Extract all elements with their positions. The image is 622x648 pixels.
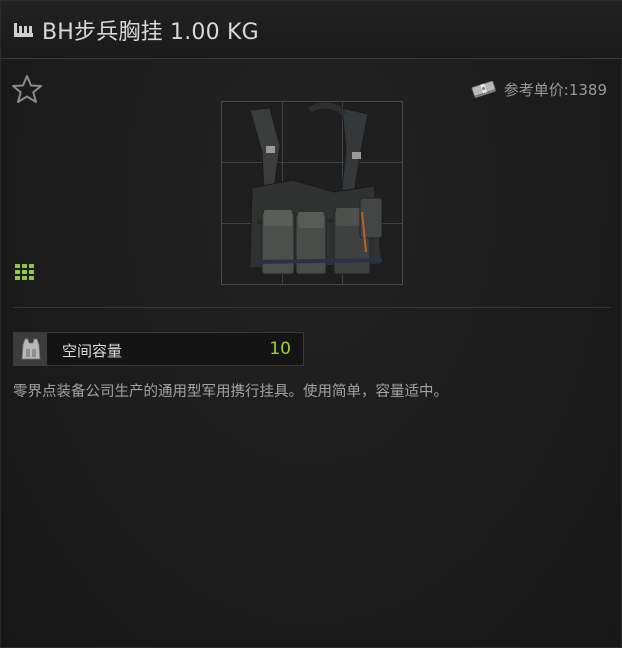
attribute-capacity: 空间容量 10	[13, 332, 304, 366]
item-category-icon	[14, 23, 33, 37]
section-divider	[13, 307, 611, 308]
attribute-label: 空间容量	[62, 342, 123, 360]
grid-size-icon	[15, 264, 34, 280]
vest-icon	[21, 338, 40, 360]
attribute-icon-box	[14, 333, 47, 365]
attribute-value: 10	[269, 339, 291, 359]
money-icon	[471, 80, 496, 98]
item-image-grid	[221, 101, 403, 285]
item-header: BH步兵胸挂 1.00 KG	[1, 1, 622, 59]
reference-price: 参考单价:1389	[470, 79, 607, 100]
item-detail-panel: BH步兵胸挂 1.00 KG 参考单价:1389 空间容量 10 零界点装备公司…	[0, 0, 622, 648]
item-title: BH步兵胸挂 1.00 KG	[42, 20, 259, 45]
reference-price-text: 参考单价:1389	[503, 81, 607, 99]
chest-rig-image	[249, 102, 383, 275]
item-description: 零界点装备公司生产的通用型军用携行挂具。使用简单，容量适中。	[13, 384, 448, 400]
favorite-star-icon[interactable]	[11, 74, 43, 104]
